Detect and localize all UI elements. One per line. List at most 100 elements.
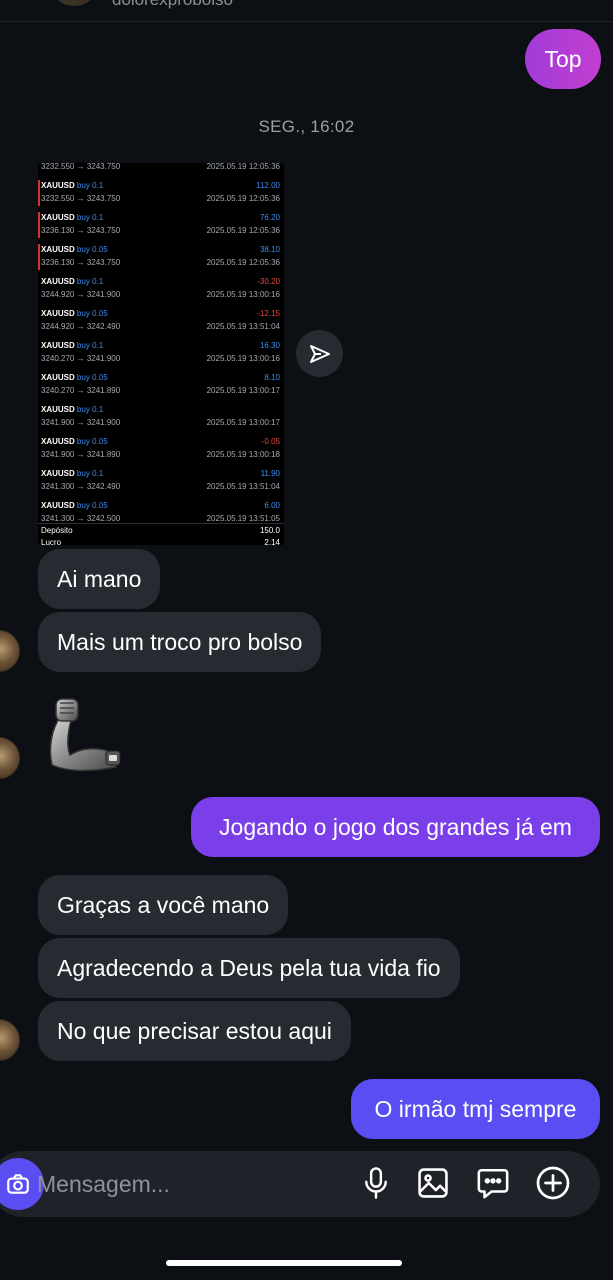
- send-icon: [309, 344, 330, 363]
- trade-row: XAUUSD buy 0.13232.550 → 3243.750112.002…: [38, 163, 284, 177]
- trade-marker: [38, 212, 40, 238]
- microphone-button[interactable]: [356, 1163, 396, 1203]
- trade-profit: 11.90: [260, 469, 280, 478]
- trade-date: 2025.05.19 12:05:36: [206, 194, 280, 203]
- sent-message[interactable]: O irmão tmj sempre: [351, 1079, 600, 1139]
- trade-summary: Depósito 150.0 Lucro 2.14: [38, 523, 284, 545]
- message-timestamp: SEG., 16:02: [258, 117, 355, 136]
- summary-label: Lucro: [41, 538, 62, 545]
- trade-profit: -30.20: [257, 277, 280, 286]
- trade-side: buy 0.05: [77, 245, 108, 254]
- trade-symbol: XAUUSD buy 0.05: [41, 309, 108, 318]
- trade-prices: 3236.130 → 3243.750: [41, 226, 121, 235]
- trade-symbol: XAUUSD buy 0.05: [41, 373, 108, 382]
- trade-row: XAUUSD buy 0.13232.550 → 3243.750112.002…: [38, 177, 284, 209]
- microphone-icon: [365, 1167, 387, 1199]
- trade-prices: 3244.920 → 3241.900: [41, 290, 121, 299]
- trade-date: 2025.05.19 13:00:16: [206, 290, 280, 299]
- trade-prices: 3240.270 → 3241.890: [41, 386, 121, 395]
- summary-label: Depósito: [41, 526, 73, 535]
- sender-avatar[interactable]: [0, 737, 20, 779]
- summary-row: Depósito 150.0: [38, 524, 284, 536]
- trade-date: 2025.05.19 13:51:04: [206, 482, 280, 491]
- trade-symbol: XAUUSD buy 0.05: [41, 245, 108, 254]
- sent-message[interactable]: Jogando o jogo dos grandes já em: [191, 797, 600, 857]
- trade-symbol: XAUUSD buy 0.1: [41, 181, 103, 190]
- shared-trade-screenshot[interactable]: XAUUSD buy 0.1 3232.550 → 3243.750 112.00 2…: [38, 163, 284, 545]
- trade-prices: 3240.270 → 3241.900: [41, 354, 121, 363]
- trade-symbol-text: XAUUSD: [41, 277, 75, 286]
- chat-header: dolorexprobolso: [0, 0, 613, 22]
- sticker-button[interactable]: [473, 1163, 513, 1203]
- received-message[interactable]: Graças a você mano: [38, 875, 289, 935]
- received-message[interactable]: No que precisar estou aqui: [38, 1001, 351, 1061]
- image-icon: [418, 1168, 448, 1198]
- header-avatar[interactable]: [52, 0, 96, 6]
- trade-symbol-text: XAUUSD: [41, 213, 75, 222]
- trade-profit: 16.30: [259, 341, 280, 350]
- trade-symbol: XAUUSD buy 0.1: [41, 405, 103, 414]
- trade-symbol: XAUUSD buy 0.1: [41, 341, 103, 350]
- received-message[interactable]: Mais um troco pro bolso: [38, 612, 322, 672]
- trade-side: buy 0.05: [77, 373, 108, 382]
- trade-row: XAUUSD buy 0.05 3236.130 → 3243.750 38.10 2…: [38, 241, 284, 273]
- trade-profit: 38.10: [259, 245, 280, 254]
- sender-avatar[interactable]: [0, 1019, 20, 1061]
- camera-icon: [7, 1174, 29, 1194]
- trade-row: XAUUSD buy 0.05 3241.900 → 3241.890 -0.05 2…: [38, 433, 284, 465]
- trade-side: buy 0.1: [77, 181, 104, 190]
- trade-prices: 3232.550 → 3243.750: [41, 163, 121, 171]
- trade-side: buy 0.1: [77, 405, 104, 414]
- trade-row: XAUUSD buy 0.1 3244.920 → 3241.900 -30.20 2…: [38, 273, 284, 305]
- trade-symbol-text: XAUUSD: [41, 373, 75, 382]
- trade-date: 2025.05.19 13:00:17: [206, 418, 280, 427]
- trade-marker: [38, 244, 40, 270]
- message-text: Agradecendo a Deus pela tua vida fio: [57, 955, 441, 981]
- trade-side: buy 0.1: [77, 277, 104, 286]
- summary-row: Lucro 2.14: [38, 536, 284, 545]
- trade-date: 2025.05.19 13:00:18: [206, 450, 280, 459]
- trade-symbol: XAUUSD buy 0.05: [41, 501, 108, 510]
- trade-side: buy 0.1: [77, 341, 104, 350]
- share-button[interactable]: [296, 330, 343, 377]
- trade-list: XAUUSD buy 0.1 3232.550 → 3243.750 112.00 2…: [38, 163, 284, 529]
- trade-row: XAUUSD buy 0.1 3236.130 → 3243.750 76.20 20…: [38, 209, 284, 241]
- trade-symbol: XAUUSD buy 0.1: [41, 213, 103, 222]
- trade-profit: -12.15: [257, 309, 280, 318]
- trade-date: 2025.05.19 12:05:36: [206, 226, 280, 235]
- trade-prices: 3241.300 → 3242.500: [41, 514, 121, 523]
- trade-symbol-text: XAUUSD: [41, 245, 75, 254]
- message-text: Top: [544, 46, 582, 72]
- trade-date: 2025.05.19 12:05:36: [206, 163, 280, 171]
- trade-prices: 3236.130 → 3243.750: [41, 258, 121, 267]
- trade-profit: -0.05: [261, 437, 280, 446]
- header-username[interactable]: dolorexprobolso: [112, 0, 233, 10]
- message-input[interactable]: [37, 1165, 337, 1203]
- message-text: Ai mano: [57, 566, 142, 592]
- summary-value: 2.14: [264, 538, 280, 545]
- received-message[interactable]: Agradecendo a Deus pela tua vida fio: [38, 938, 460, 998]
- trade-symbol-text: XAUUSD: [41, 437, 75, 446]
- sent-message-top[interactable]: Top: [525, 29, 601, 89]
- trade-symbol-text: XAUUSD: [41, 309, 75, 318]
- sender-avatar[interactable]: [0, 630, 20, 672]
- trade-symbol-text: XAUUSD: [41, 405, 75, 414]
- trade-row: XAUUSD buy 0.1 3240.270 → 3241.900 16.30 20…: [38, 337, 284, 369]
- trade-side: buy 0.05: [77, 437, 108, 446]
- flexed-biceps-icon: [49, 698, 121, 772]
- trade-side: buy 0.05: [77, 501, 108, 510]
- trade-marker: [38, 180, 40, 206]
- add-button[interactable]: [533, 1163, 573, 1203]
- trade-row: XAUUSD buy 0.1 3241.900 → 3241.900 2025.05…: [38, 401, 284, 433]
- gallery-button[interactable]: [413, 1163, 453, 1203]
- home-indicator: [166, 1260, 402, 1266]
- trade-symbol-text: XAUUSD: [41, 469, 75, 478]
- trade-symbol-text: XAUUSD: [41, 181, 75, 190]
- trade-date: 2025.05.19 13:51:04: [206, 322, 280, 331]
- trade-side: buy 0.05: [77, 309, 108, 318]
- trade-row: XAUUSD buy 0.05 3244.920 → 3242.490 -12.15…: [38, 305, 284, 337]
- message-text: Mais um troco pro bolso: [57, 629, 303, 655]
- trade-side: buy 0.1: [77, 469, 104, 478]
- trade-prices: 3244.920 → 3242.490: [41, 322, 121, 331]
- received-message[interactable]: Ai mano: [38, 549, 161, 609]
